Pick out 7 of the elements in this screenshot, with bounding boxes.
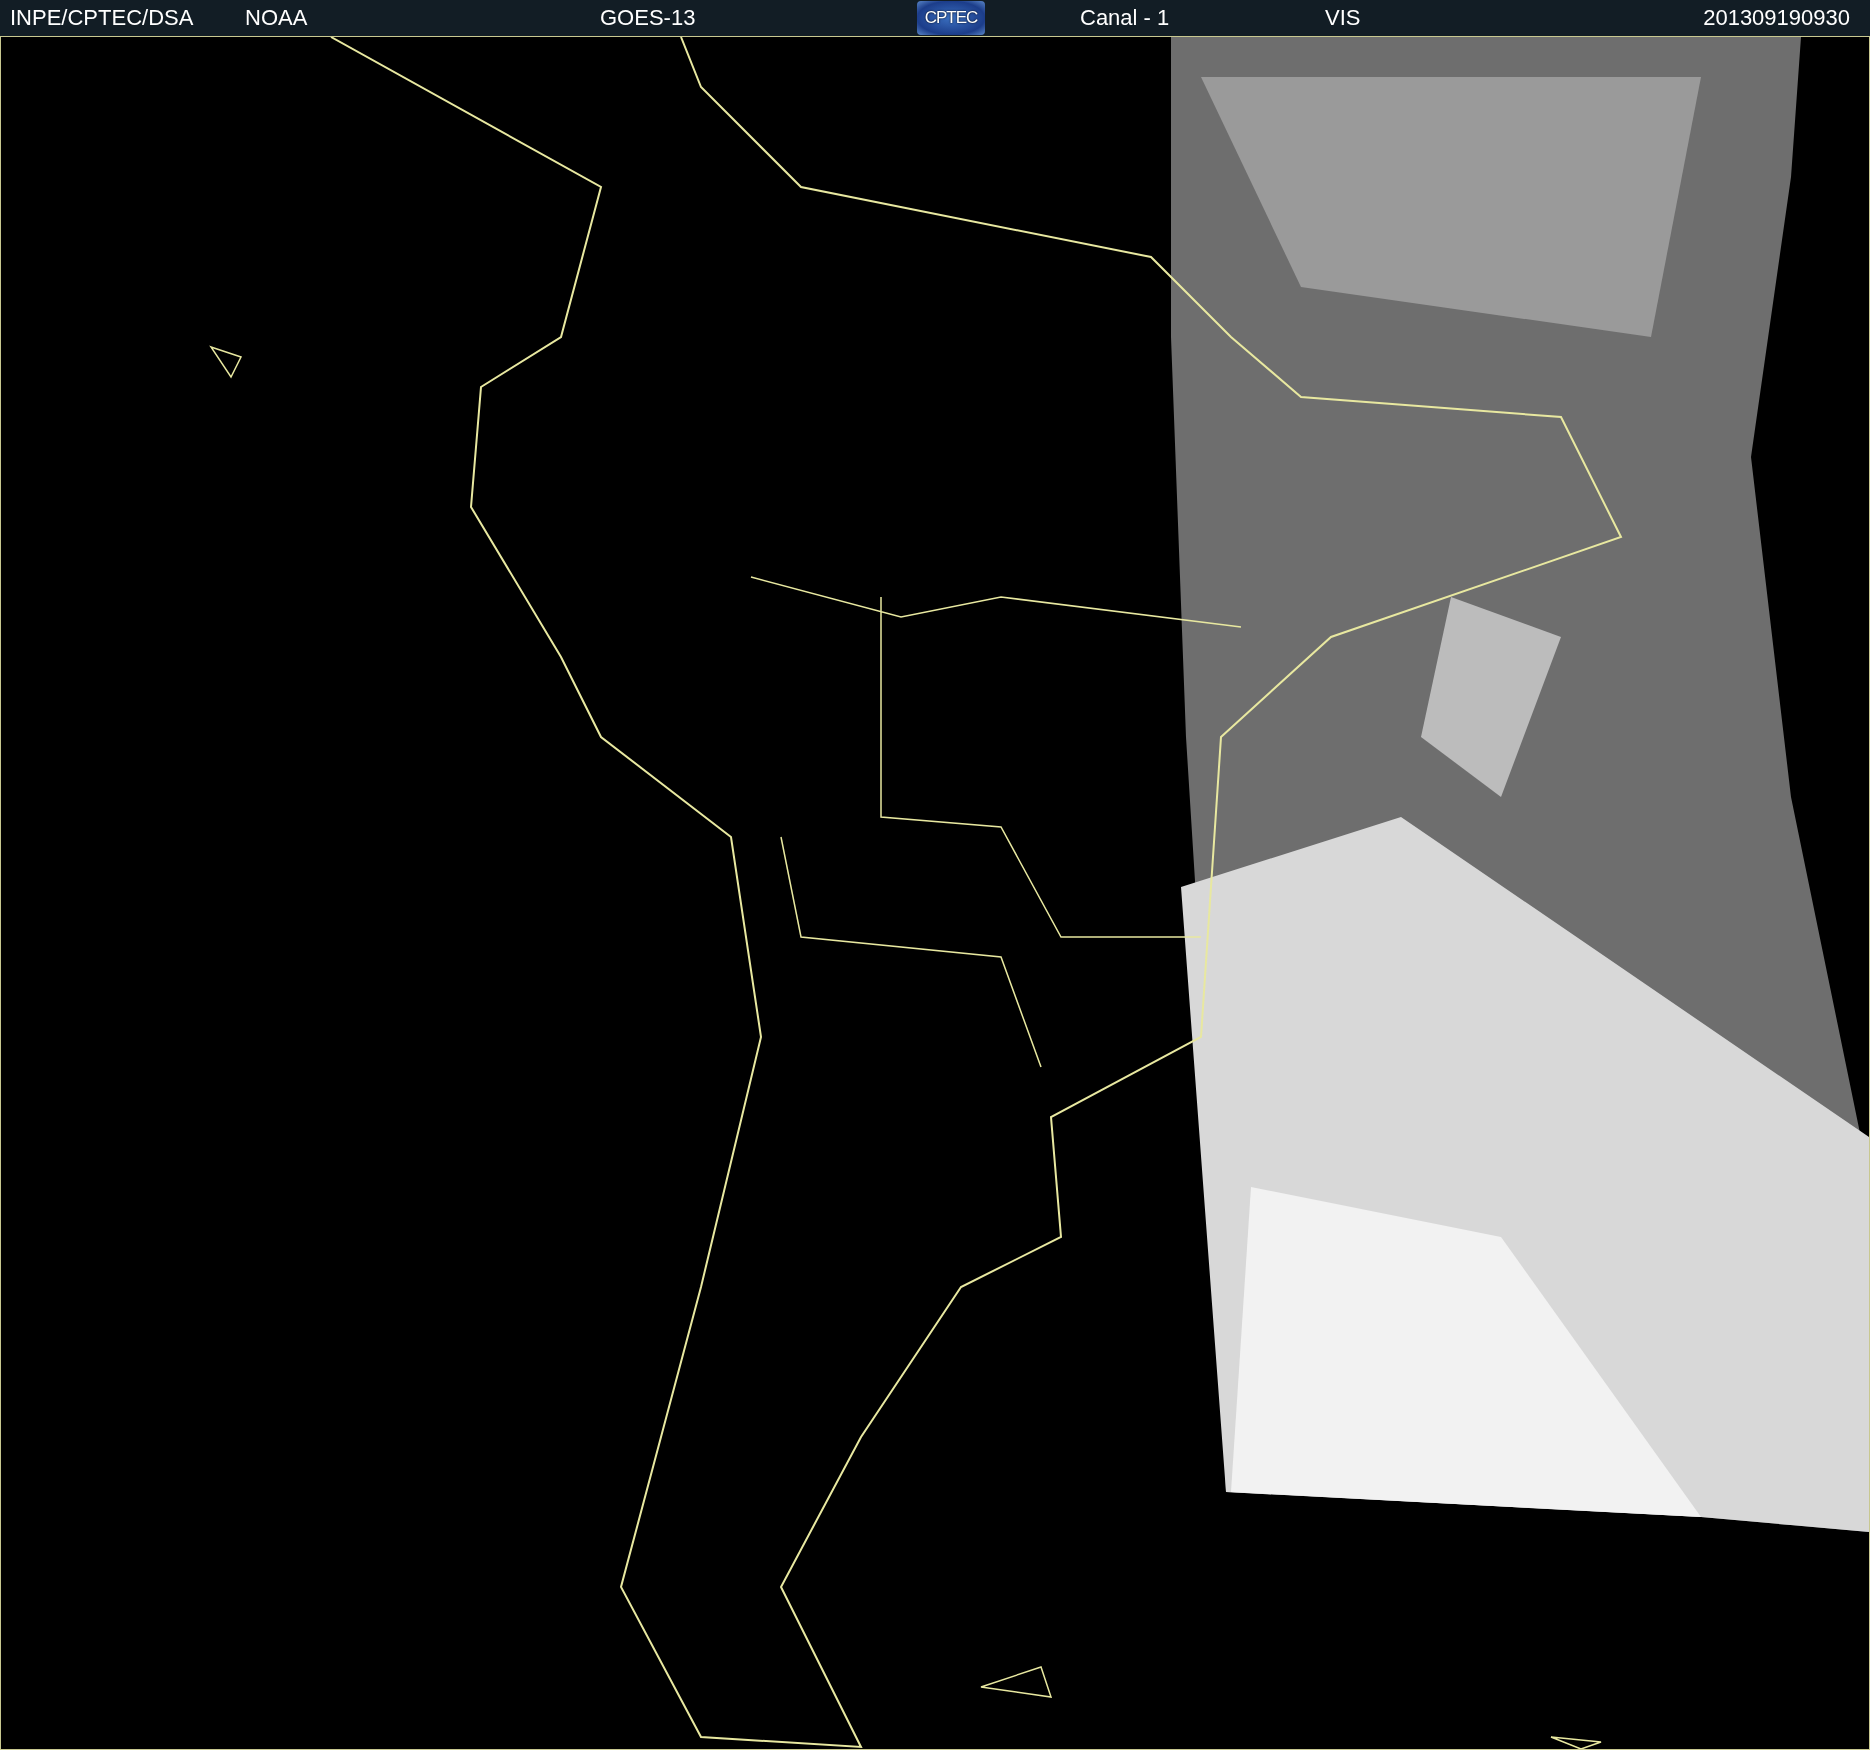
band-label: VIS <box>1325 5 1361 30</box>
satellite-label: GOES-13 <box>600 5 696 30</box>
source-label: INPE/CPTEC/DSA <box>10 5 194 30</box>
timestamp-label: 201309190930 <box>1703 5 1850 30</box>
logo: CPTEC <box>917 1 985 35</box>
agency-label: NOAA <box>245 5 308 30</box>
channel-label: Canal - 1 <box>1080 5 1170 30</box>
